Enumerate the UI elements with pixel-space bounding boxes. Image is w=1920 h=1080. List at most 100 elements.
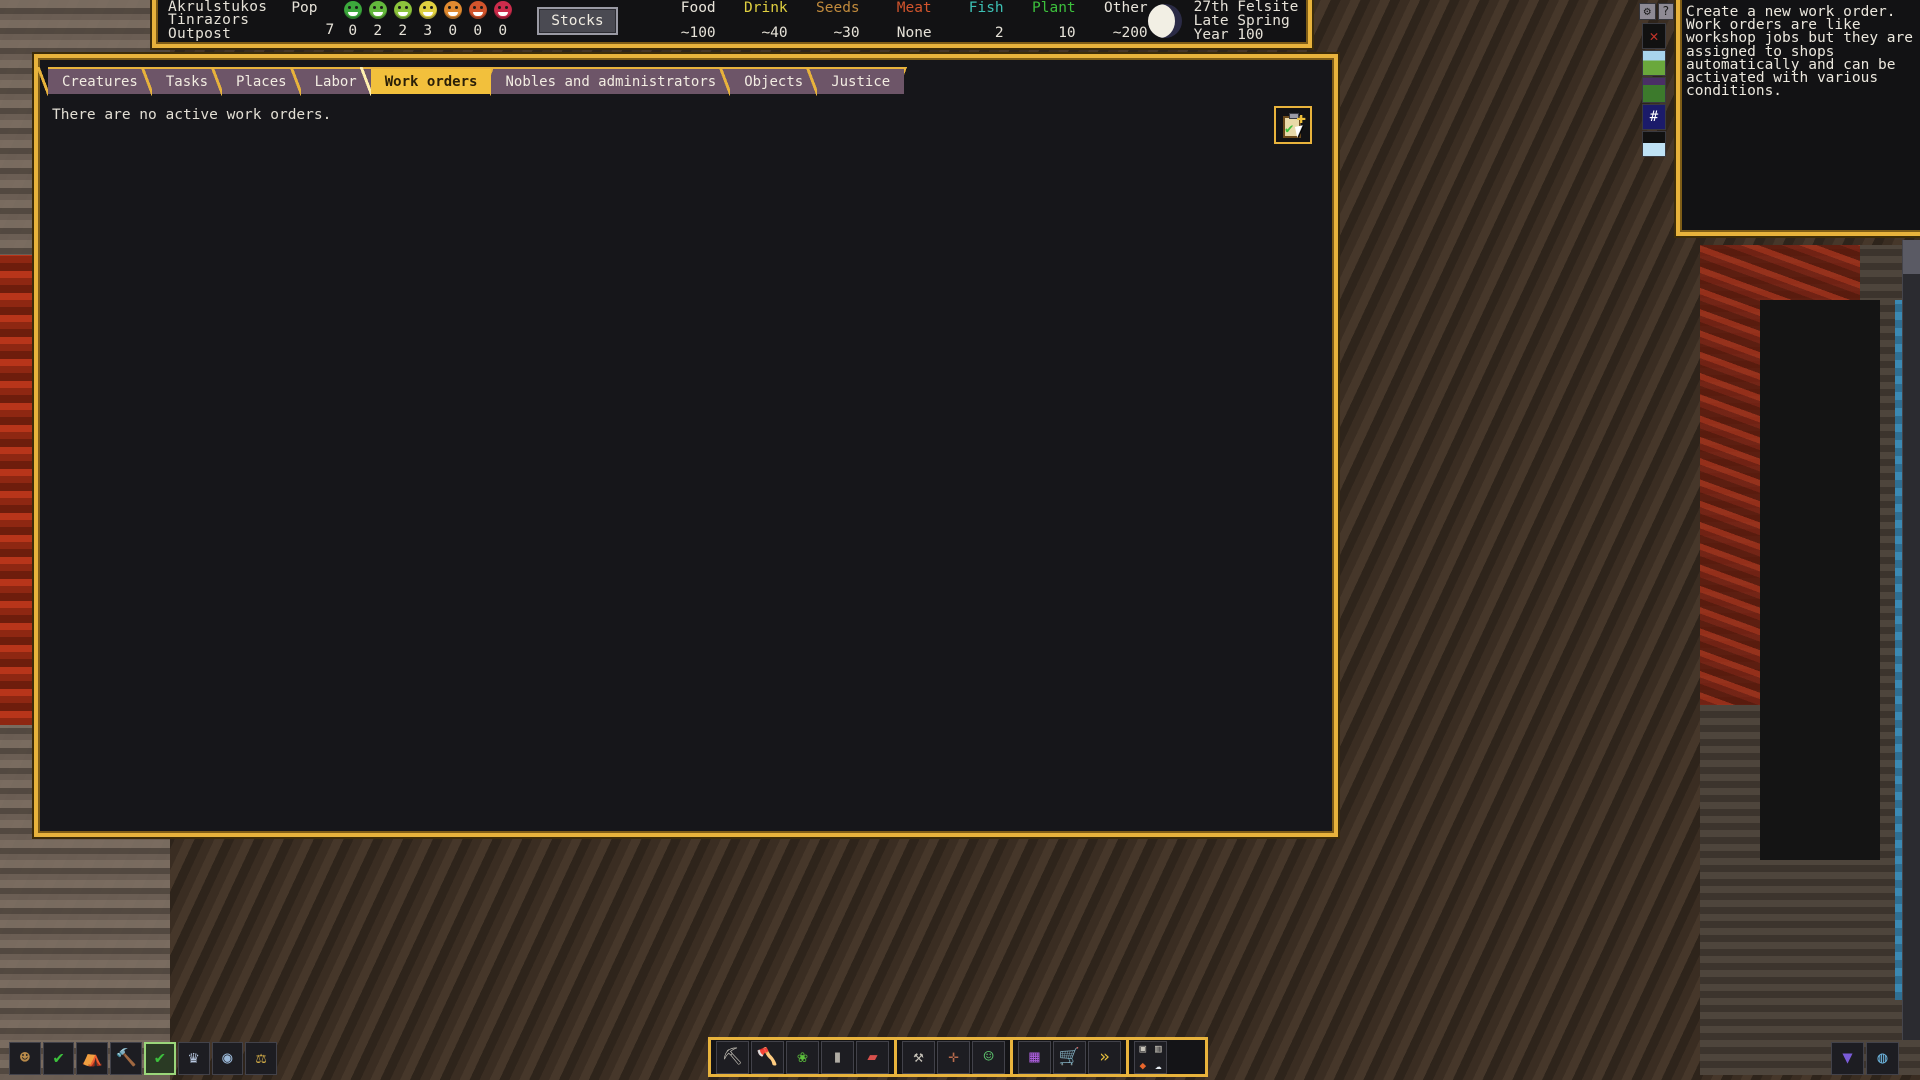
mood-happy: 2 xyxy=(365,1,390,38)
toolbar-separator xyxy=(894,1040,897,1074)
lock-icon[interactable]: ▣ xyxy=(1135,1042,1151,1058)
mood-count-miserable: 0 xyxy=(473,23,483,39)
empty-state-message: There are no active work orders. xyxy=(52,107,332,123)
moon-icon xyxy=(1147,3,1182,38)
right-tool-column: ⚙ ? xyxy=(1638,0,1674,158)
water-icon[interactable]: ☁ xyxy=(1151,1057,1167,1073)
stockpiles-icon[interactable]: ▦ xyxy=(1018,1040,1051,1074)
resource-fish: Fish 2 xyxy=(932,0,1004,46)
announcements-icon[interactable]: ▼ xyxy=(1831,1041,1864,1075)
chop-trees-icon[interactable]: 🪓 xyxy=(751,1040,784,1074)
gear-icon[interactable]: ⚙ xyxy=(1639,3,1656,20)
mouse-cursor-icon xyxy=(1294,125,1306,138)
resource-label-plant: Plant xyxy=(1032,0,1076,16)
plus-icon: ✚ xyxy=(1296,108,1306,127)
labor-icon[interactable]: 🔨 xyxy=(110,1041,142,1075)
mood-face-content-icon xyxy=(393,1,412,19)
resource-seeds: Seeds ~30 xyxy=(788,0,860,46)
places-icon[interactable]: ⛺ xyxy=(76,1041,109,1075)
erase-designation-icon[interactable]: ▰ xyxy=(856,1040,889,1074)
water-view-icon[interactable] xyxy=(1642,131,1666,157)
date-display: 27th Felsite Late Spring Year 100 xyxy=(1147,0,1299,44)
mood-ecstatic: 0 xyxy=(340,1,365,38)
toolbar-separator xyxy=(1126,1040,1129,1074)
mood-count-fine: 3 xyxy=(423,23,433,39)
trash-icon[interactable]: ▥ xyxy=(1151,1042,1167,1058)
date-day: 27th Felsite xyxy=(1193,0,1299,15)
zones-icon[interactable]: ☺ xyxy=(972,1040,1005,1074)
work-orders-window: Creatures Tasks Places Labor Work orders Nobl… xyxy=(34,54,1338,837)
clear-designation-icon[interactable] xyxy=(1642,23,1666,49)
resource-label-other: Other xyxy=(1104,0,1148,16)
resource-summary: Food ~100 Drink ~40 Seeds ~30 Meat None Fish 2 Pla… xyxy=(644,0,1148,46)
mood-face-fine-icon xyxy=(418,1,437,19)
mood-count-ecstatic: 0 xyxy=(348,23,358,39)
world-map-icon[interactable]: ◍ xyxy=(1866,1041,1899,1075)
map-scrollbar-thumb[interactable] xyxy=(1903,240,1920,274)
population-label: Pop xyxy=(291,0,318,16)
forest-view-icon[interactable] xyxy=(1642,77,1666,103)
mood-face-ecstatic-icon xyxy=(343,1,362,19)
hauling-icon[interactable]: 🛒 xyxy=(1053,1040,1086,1074)
tasks-icon[interactable]: ✔ xyxy=(42,1041,75,1075)
tab-justice[interactable]: Justice xyxy=(806,67,916,96)
resource-value-meat: None xyxy=(896,25,932,41)
bottom-left-toolbar: ☻ ✔ ⛺ 🔨 ✔ ♛ ◉ ⚖ xyxy=(8,1036,278,1080)
mood-unhappy: 0 xyxy=(440,1,465,38)
mood-faces: 0223000 xyxy=(340,1,515,38)
bottom-right-toolbar: ▼ ◍ xyxy=(1830,1036,1910,1080)
checkmark-icon: ✔ xyxy=(1285,121,1294,137)
date-year: Year 100 xyxy=(1193,27,1264,44)
tab-nobles-and-administrators[interactable]: Nobles and administrators xyxy=(480,67,741,96)
build-icon[interactable]: ⚒ xyxy=(902,1040,935,1074)
resource-label-drink: Drink xyxy=(744,0,788,16)
smooth-stone-icon[interactable]: ▮ xyxy=(821,1040,854,1074)
grid-view-icon[interactable] xyxy=(1642,104,1666,130)
fortress-type: Outpost xyxy=(168,25,232,42)
fortress-name: Akrulstukos Tinrazors Outpost xyxy=(168,0,267,42)
resource-value-food: ~100 xyxy=(680,25,716,41)
utility-group[interactable]: ▣ ▥ ◆ ☁ xyxy=(1134,1040,1167,1074)
resource-label-seeds: Seeds xyxy=(816,0,860,16)
work-orders-icon[interactable]: ✔ xyxy=(143,1041,176,1075)
top-status-bar: Akrulstukos Tinrazors Outpost Pop 7 0223… xyxy=(152,0,1312,48)
window-tab-bar: Creatures Tasks Places Labor Work orders Nobl… xyxy=(37,67,916,96)
surface-view-icon[interactable] xyxy=(1642,50,1666,76)
tab-creatures[interactable]: Creatures xyxy=(37,67,163,96)
nobles-icon[interactable]: ♛ xyxy=(177,1041,210,1075)
help-icon[interactable]: ? xyxy=(1657,3,1674,20)
mood-miserable: 0 xyxy=(465,1,490,38)
new-work-order-button[interactable]: ✔ ✚ xyxy=(1274,106,1312,144)
date-text: 27th Felsite Late Spring Year 100 xyxy=(1193,0,1299,44)
population-total: 7 xyxy=(325,22,335,38)
resource-food: Food ~100 xyxy=(644,0,716,46)
mood-count-happy: 2 xyxy=(373,23,383,39)
cave-floor xyxy=(1760,300,1880,860)
tab-work-orders[interactable]: Work orders xyxy=(359,67,503,96)
objects-icon[interactable]: ◉ xyxy=(211,1041,244,1075)
stocks-button[interactable]: Stocks xyxy=(537,7,618,35)
magma-icon[interactable]: ◆ xyxy=(1135,1057,1151,1073)
justice-icon[interactable]: ⚖ xyxy=(245,1041,277,1075)
tooltip-panel: Create a new work order. Work orders are… xyxy=(1676,0,1920,236)
gather-plants-icon[interactable]: ❀ xyxy=(786,1040,819,1074)
citizens-icon[interactable]: ☻ xyxy=(9,1041,41,1075)
furniture-icon[interactable]: ✛ xyxy=(937,1040,970,1074)
map-scrollbar[interactable] xyxy=(1902,240,1920,1040)
mood-furious: 0 xyxy=(490,1,515,38)
toolbar-separator xyxy=(1010,1040,1013,1074)
mood-count-furious: 0 xyxy=(498,23,508,39)
mood-face-furious-icon xyxy=(493,1,512,19)
mood-face-happy-icon xyxy=(368,1,387,19)
resource-other: Other ~200 xyxy=(1076,0,1148,46)
resource-label-meat: Meat xyxy=(896,0,932,16)
mood-count-unhappy: 0 xyxy=(448,23,458,39)
resource-value-other: ~200 xyxy=(1112,25,1148,41)
mine-icon[interactable]: ⛏ xyxy=(716,1040,749,1074)
resource-value-fish: 2 xyxy=(994,25,1004,41)
resource-value-plant: 10 xyxy=(1058,25,1076,41)
more-tools-icon[interactable]: » xyxy=(1088,1040,1121,1074)
tooltip-text: Create a new work order. Work orders are… xyxy=(1686,4,1913,100)
date-season: Late Spring xyxy=(1193,12,1290,29)
tab-objects[interactable]: Objects xyxy=(719,67,829,96)
